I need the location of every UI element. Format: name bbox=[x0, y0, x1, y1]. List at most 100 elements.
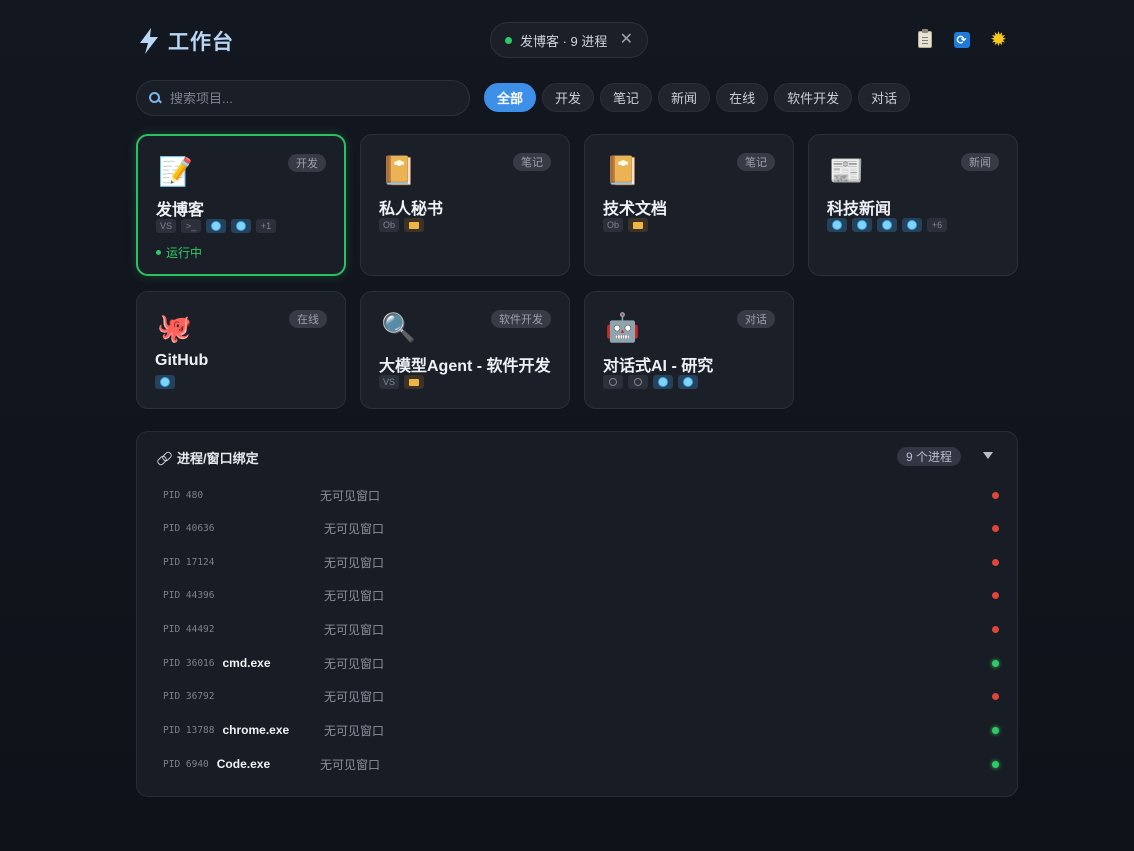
app-badges bbox=[155, 375, 175, 389]
card-title: 私人秘书 bbox=[379, 201, 444, 218]
process-name: chrome.exe bbox=[222, 723, 290, 737]
window-status: 无可见窗口 bbox=[324, 656, 385, 671]
filter-dev[interactable]: 开发 bbox=[542, 83, 595, 112]
app-badges: +6 bbox=[827, 218, 947, 232]
more-badge: +6 bbox=[927, 218, 947, 232]
obsidian-badge: Ob bbox=[379, 218, 400, 232]
process-row[interactable]: PID 36016 cmd.exe 无可见窗口 bbox=[163, 653, 999, 673]
globe-icon bbox=[827, 218, 847, 232]
pid-label: PID 44396 bbox=[163, 589, 215, 601]
globe-icon bbox=[231, 219, 252, 233]
pid-label: PID 13788 bbox=[163, 724, 215, 736]
app-badge bbox=[628, 375, 648, 389]
refresh-icon: ⟳ bbox=[953, 31, 970, 48]
search-input[interactable] bbox=[170, 90, 450, 106]
filter-all[interactable]: 全部 bbox=[484, 83, 537, 112]
pid-label: PID 480 bbox=[163, 489, 204, 501]
newspaper-icon: 📰 bbox=[829, 155, 864, 186]
project-card-blog[interactable]: 📝 开发 发博客 VS >_ +1 运行中 bbox=[136, 134, 346, 276]
notebook-icon: 📔 bbox=[381, 155, 416, 186]
project-card-secretary[interactable]: 📔 笔记 私人秘书 Ob bbox=[360, 134, 570, 276]
status-dot bbox=[992, 491, 999, 499]
vscode-badge: VS bbox=[379, 375, 400, 389]
window-status: 无可见窗口 bbox=[324, 521, 385, 536]
window-status: 无可见窗口 bbox=[320, 757, 381, 772]
app-badges: Ob bbox=[379, 218, 425, 232]
clipboard-button[interactable] bbox=[915, 29, 934, 49]
project-card-github[interactable]: 🐙 在线 GitHub bbox=[136, 291, 346, 409]
sun-icon: ✹ bbox=[990, 29, 1007, 51]
app-badges: VS >_ +1 bbox=[156, 219, 277, 233]
theme-toggle-button[interactable]: ✹ bbox=[989, 29, 1008, 51]
window-status: 无可见窗口 bbox=[324, 689, 385, 704]
globe-icon bbox=[877, 218, 897, 232]
filter-news[interactable]: 新闻 bbox=[658, 83, 711, 112]
process-row[interactable]: PID 36792 无可见窗口 bbox=[163, 686, 999, 706]
project-card-chat-ai[interactable]: 🤖 对话 对话式AI - 研究 bbox=[584, 291, 794, 409]
category-badge: 开发 bbox=[288, 154, 326, 172]
search-box[interactable] bbox=[136, 80, 470, 116]
collapse-toggle-icon[interactable] bbox=[983, 452, 993, 459]
app-badges: VS bbox=[379, 375, 425, 389]
robot-icon: 🤖 bbox=[605, 312, 640, 343]
globe-icon bbox=[155, 375, 175, 389]
running-status: 运行中 bbox=[156, 244, 202, 261]
app-logo: 工作台 bbox=[136, 26, 234, 56]
close-icon[interactable]: ✕ bbox=[620, 32, 633, 48]
app-badges: Ob bbox=[603, 218, 649, 232]
folder-icon bbox=[628, 218, 649, 232]
project-card-tech-docs[interactable]: 📔 笔记 技术文档 Ob bbox=[584, 134, 794, 276]
running-dot bbox=[505, 36, 512, 44]
globe-icon bbox=[852, 218, 872, 232]
panel-header: 进程/窗口绑定 bbox=[157, 448, 259, 467]
status-dot bbox=[992, 760, 999, 768]
pid-label: PID 36792 bbox=[163, 690, 215, 702]
card-title: 对话式AI - 研究 bbox=[603, 358, 714, 375]
project-card-llm-agent[interactable]: 🔍 软件开发 大模型Agent - 软件开发 VS bbox=[360, 291, 570, 409]
panel-title: 进程/窗口绑定 bbox=[177, 451, 259, 466]
filter-notes[interactable]: 笔记 bbox=[600, 83, 653, 112]
status-dot bbox=[992, 558, 999, 566]
status-dot bbox=[992, 692, 999, 700]
filter-software-dev[interactable]: 软件开发 bbox=[774, 83, 853, 112]
refresh-button[interactable]: ⟳ bbox=[952, 30, 971, 49]
pid-label: PID 44492 bbox=[163, 623, 215, 635]
link-icon bbox=[157, 451, 171, 465]
card-title: 技术文档 bbox=[603, 201, 668, 218]
process-name: Code.exe bbox=[216, 757, 271, 771]
process-row[interactable]: PID 13788 chrome.exe 无可见窗口 bbox=[163, 720, 999, 740]
window-status: 无可见窗口 bbox=[320, 488, 381, 503]
active-project-pill[interactable]: 发博客 · 9 进程 ✕ bbox=[490, 22, 648, 58]
page-title: 工作台 bbox=[168, 31, 234, 54]
filter-chat[interactable]: 对话 bbox=[858, 83, 911, 112]
process-panel: 进程/窗口绑定 9 个进程 PID 480 无可见窗口 PID 40636 无可… bbox=[136, 431, 1018, 797]
filter-online[interactable]: 在线 bbox=[716, 83, 769, 112]
lightning-icon bbox=[140, 28, 158, 54]
folder-icon bbox=[404, 375, 425, 389]
globe-icon bbox=[653, 375, 673, 389]
pid-label: PID 36016 bbox=[163, 657, 215, 669]
card-title: GitHub bbox=[155, 352, 209, 369]
status-dot bbox=[992, 524, 999, 532]
process-row[interactable]: PID 40636 无可见窗口 bbox=[163, 518, 999, 538]
clipboard-icon bbox=[917, 29, 932, 48]
process-row[interactable]: PID 17124 无可见窗口 bbox=[163, 552, 999, 572]
pid-label: PID 40636 bbox=[163, 522, 215, 534]
category-badge: 新闻 bbox=[961, 153, 999, 171]
project-card-tech-news[interactable]: 📰 新闻 科技新闻 +6 bbox=[808, 134, 1018, 276]
process-row[interactable]: PID 44396 无可见窗口 bbox=[163, 585, 999, 605]
more-badge: +1 bbox=[256, 219, 277, 233]
process-count-badge: 9 个进程 bbox=[896, 447, 961, 466]
category-badge: 软件开发 bbox=[491, 310, 551, 328]
process-row[interactable]: PID 480 无可见窗口 bbox=[163, 485, 999, 505]
status-dot bbox=[992, 659, 999, 667]
process-row[interactable]: PID 6940 Code.exe 无可见窗口 bbox=[163, 754, 999, 774]
folder-icon bbox=[404, 218, 425, 232]
window-status: 无可见窗口 bbox=[324, 555, 385, 570]
process-row[interactable]: PID 44492 无可见窗口 bbox=[163, 619, 999, 639]
filter-tabs: 全部 开发 笔记 新闻 在线 软件开发 对话 bbox=[484, 83, 911, 112]
window-status: 无可见窗口 bbox=[324, 588, 385, 603]
pid-label: PID 17124 bbox=[163, 556, 215, 568]
pid-label: PID 6940 bbox=[163, 758, 209, 770]
status-dot bbox=[156, 250, 161, 255]
